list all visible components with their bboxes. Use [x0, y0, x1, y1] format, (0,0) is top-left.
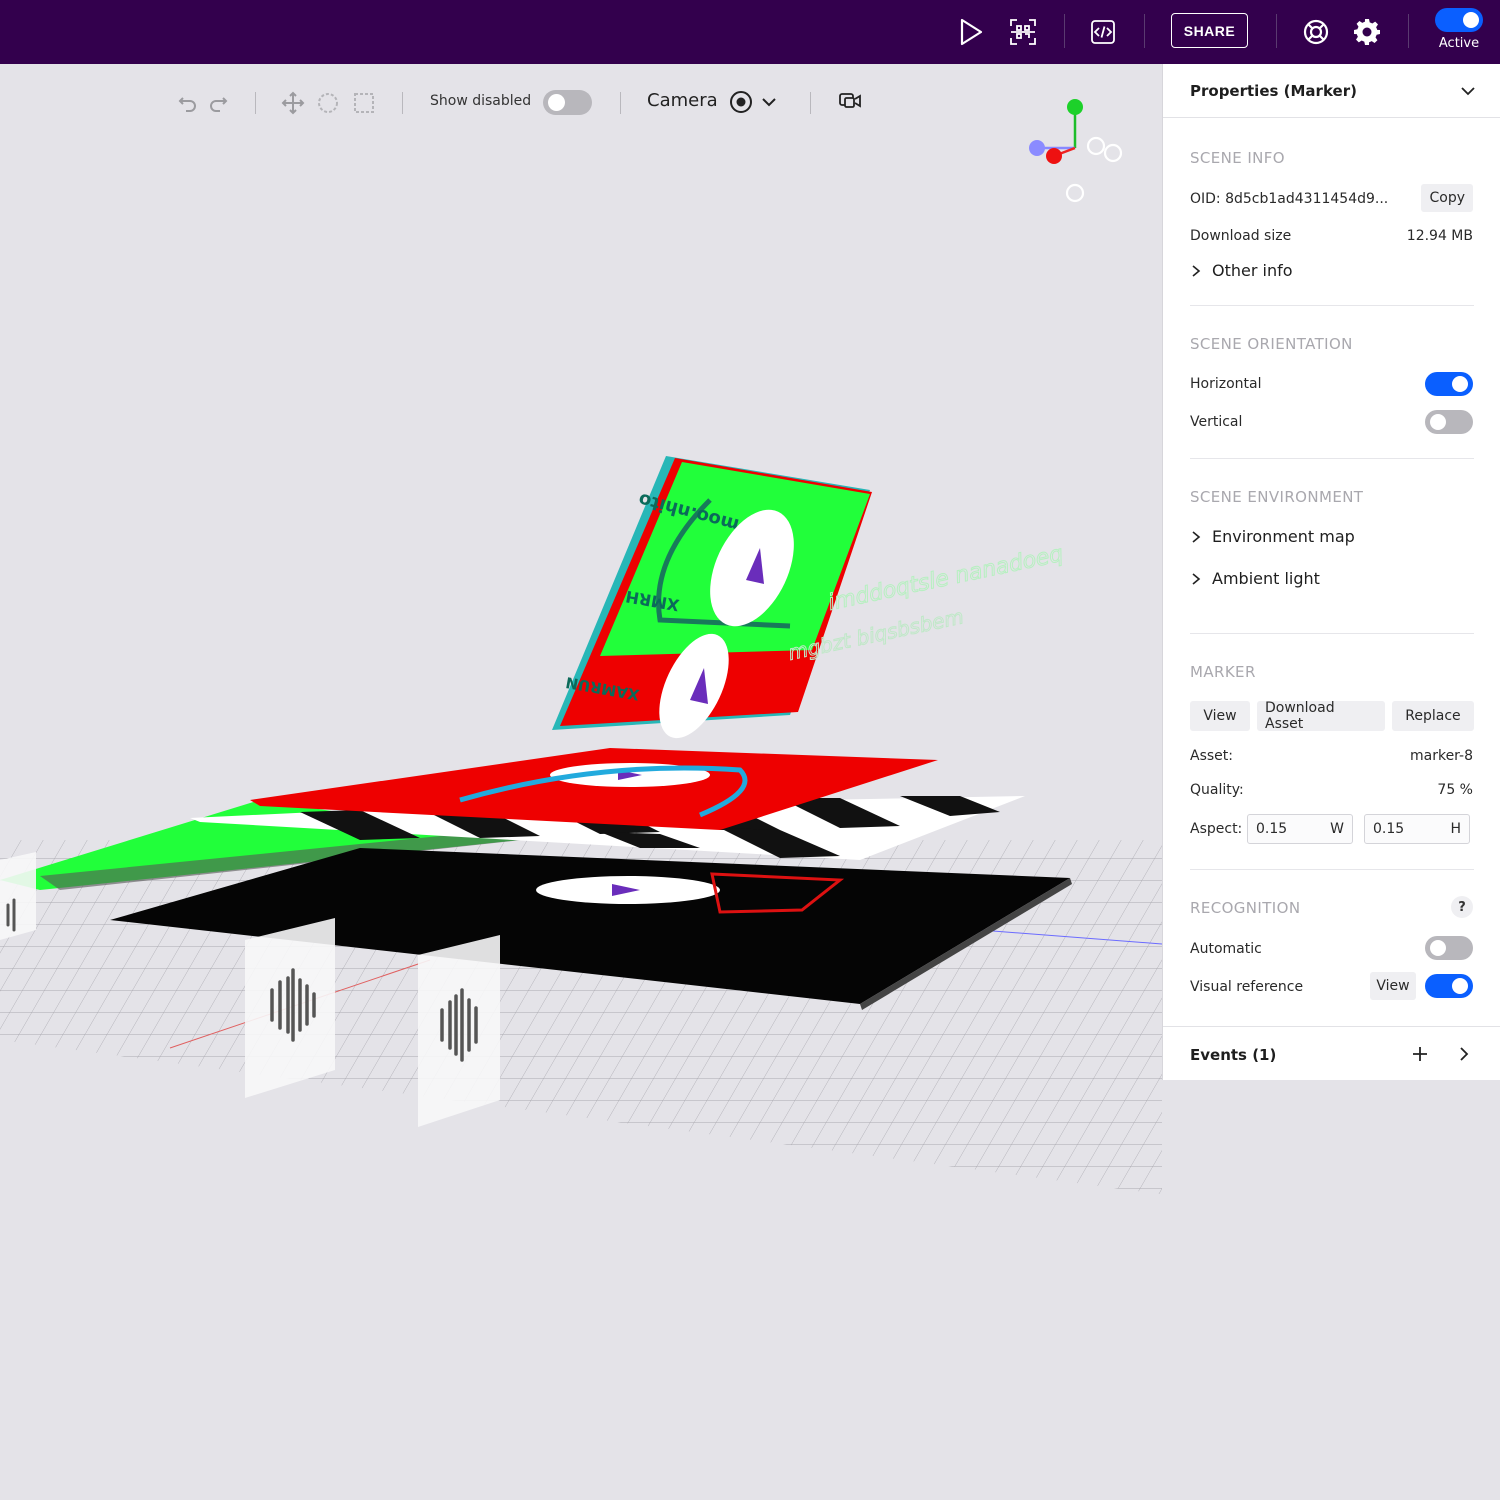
audio-card-edge: [0, 852, 36, 940]
events-bar[interactable]: Events (1): [1163, 1026, 1500, 1080]
aspect-height-unit: H: [1450, 821, 1461, 837]
copy-oid-button[interactable]: Copy: [1421, 184, 1473, 212]
active-label: Active: [1438, 36, 1480, 51]
camera-dropdown-chevron-icon[interactable]: [759, 92, 779, 112]
topbar-divider: [1144, 14, 1145, 48]
events-chevron-right-icon[interactable]: [1455, 1045, 1473, 1063]
collapse-chevron-icon[interactable]: [1459, 82, 1477, 100]
play-icon[interactable]: [953, 14, 989, 50]
toolbar-divider: [402, 92, 403, 114]
aspect-height-input[interactable]: 0.15 H: [1364, 814, 1470, 844]
recognition-title: RECOGNITION: [1190, 899, 1301, 917]
camera-switch-icon[interactable]: [838, 89, 862, 113]
vertical-marker-card: moo.nhito XMRH XAMRUN: [552, 456, 872, 739]
replace-marker-button[interactable]: Replace: [1392, 701, 1474, 731]
topbar-divider: [1064, 14, 1065, 48]
move-icon[interactable]: [280, 90, 306, 116]
aspect-width-value: 0.15: [1256, 821, 1288, 837]
visual-reference-view-button[interactable]: View: [1370, 972, 1416, 1000]
scene-canvas[interactable]: moo.nhito XMRH XAMRUN imddoqtsle nanadoe…: [0, 64, 1162, 1500]
section-divider: [1190, 633, 1474, 634]
qr-code-icon[interactable]: [1005, 14, 1041, 50]
svg-text:imddoqtsle nanadoeq: imddoqtsle nanadoeq: [826, 542, 1065, 616]
panel-title: Properties (Marker): [1190, 82, 1357, 100]
download-size-label: Download size: [1190, 228, 1292, 244]
scene-orientation-title: SCENE ORIENTATION: [1190, 335, 1353, 353]
recognition-help-icon[interactable]: ?: [1451, 896, 1473, 918]
automatic-toggle[interactable]: [1425, 936, 1473, 960]
active-toggle[interactable]: [1435, 8, 1483, 32]
rotate-icon[interactable]: [315, 90, 341, 116]
section-divider: [1190, 458, 1474, 459]
scene-info-title: SCENE INFO: [1190, 149, 1286, 167]
visual-reference-toggle[interactable]: [1425, 974, 1473, 998]
show-disabled-toggle[interactable]: [543, 90, 592, 115]
view-marker-button[interactable]: View: [1190, 701, 1250, 731]
ambient-light-expander[interactable]: Ambient light: [1190, 569, 1320, 588]
oid-label: OID: 8d5cb1ad4311454d9...: [1190, 191, 1389, 207]
ambient-light-label: Ambient light: [1212, 569, 1320, 588]
environment-map-label: Environment map: [1212, 527, 1355, 546]
camera-target-icon[interactable]: [729, 90, 753, 114]
visual-reference-label: Visual reference: [1190, 979, 1304, 995]
toolbar-divider: [810, 92, 811, 114]
horizontal-toggle[interactable]: [1425, 372, 1473, 396]
scene-environment-title: SCENE ENVIRONMENT: [1190, 488, 1364, 506]
other-info-expander[interactable]: Other info: [1190, 261, 1293, 280]
chevron-right-icon: [1190, 530, 1202, 543]
settings-gear-icon[interactable]: [1349, 14, 1385, 50]
other-info-label: Other info: [1212, 261, 1293, 280]
scale-icon[interactable]: [351, 90, 377, 116]
properties-panel: Properties (Marker) SCENE INFO OID: 8d5c…: [1162, 64, 1500, 1080]
undo-icon[interactable]: [175, 90, 201, 116]
aspect-width-input[interactable]: 0.15 W: [1247, 814, 1353, 844]
quality-label: Quality:: [1190, 782, 1244, 798]
panel-header[interactable]: Properties (Marker): [1163, 64, 1500, 118]
topbar-divider: [1276, 14, 1277, 48]
section-divider: [1190, 305, 1474, 306]
vertical-toggle[interactable]: [1425, 410, 1473, 434]
audio-card-1: [245, 918, 335, 1098]
audio-card-2: [418, 935, 500, 1127]
marker-section-title: MARKER: [1190, 663, 1256, 681]
toolbar-divider: [255, 92, 256, 114]
orientation-gizmo: [1029, 99, 1123, 203]
add-event-plus-icon[interactable]: [1411, 1045, 1429, 1063]
toolbar-divider: [620, 92, 621, 114]
chevron-right-icon: [1190, 264, 1202, 277]
show-disabled-label: Show disabled: [430, 93, 532, 109]
top-bar: SHARE Active: [0, 0, 1500, 64]
share-button[interactable]: SHARE: [1171, 13, 1248, 48]
events-title: Events (1): [1190, 1046, 1277, 1064]
help-lifebuoy-icon[interactable]: [1298, 14, 1334, 50]
aspect-width-unit: W: [1330, 821, 1344, 837]
automatic-label: Automatic: [1190, 941, 1262, 957]
section-divider: [1190, 869, 1474, 870]
download-asset-button[interactable]: Download Asset: [1257, 700, 1385, 732]
quality-value: 75 %: [1437, 782, 1473, 798]
chevron-right-icon: [1190, 572, 1202, 585]
code-embed-icon[interactable]: [1085, 14, 1121, 50]
asset-label: Asset:: [1190, 748, 1233, 764]
horizontal-label: Horizontal: [1190, 376, 1262, 392]
camera-label: Camera: [647, 90, 718, 111]
aspect-height-value: 0.15: [1373, 821, 1405, 837]
redo-icon[interactable]: [205, 90, 231, 116]
asset-value: marker-8: [1409, 748, 1473, 764]
topbar-divider: [1408, 14, 1409, 48]
environment-map-expander[interactable]: Environment map: [1190, 527, 1355, 546]
aspect-label: Aspect:: [1190, 821, 1243, 837]
3d-viewport[interactable]: moo.nhito XMRH XAMRUN imddoqtsle nanadoe…: [0, 64, 1162, 1500]
vertical-label: Vertical: [1190, 414, 1243, 430]
download-size-value: 12.94 MB: [1406, 228, 1473, 244]
